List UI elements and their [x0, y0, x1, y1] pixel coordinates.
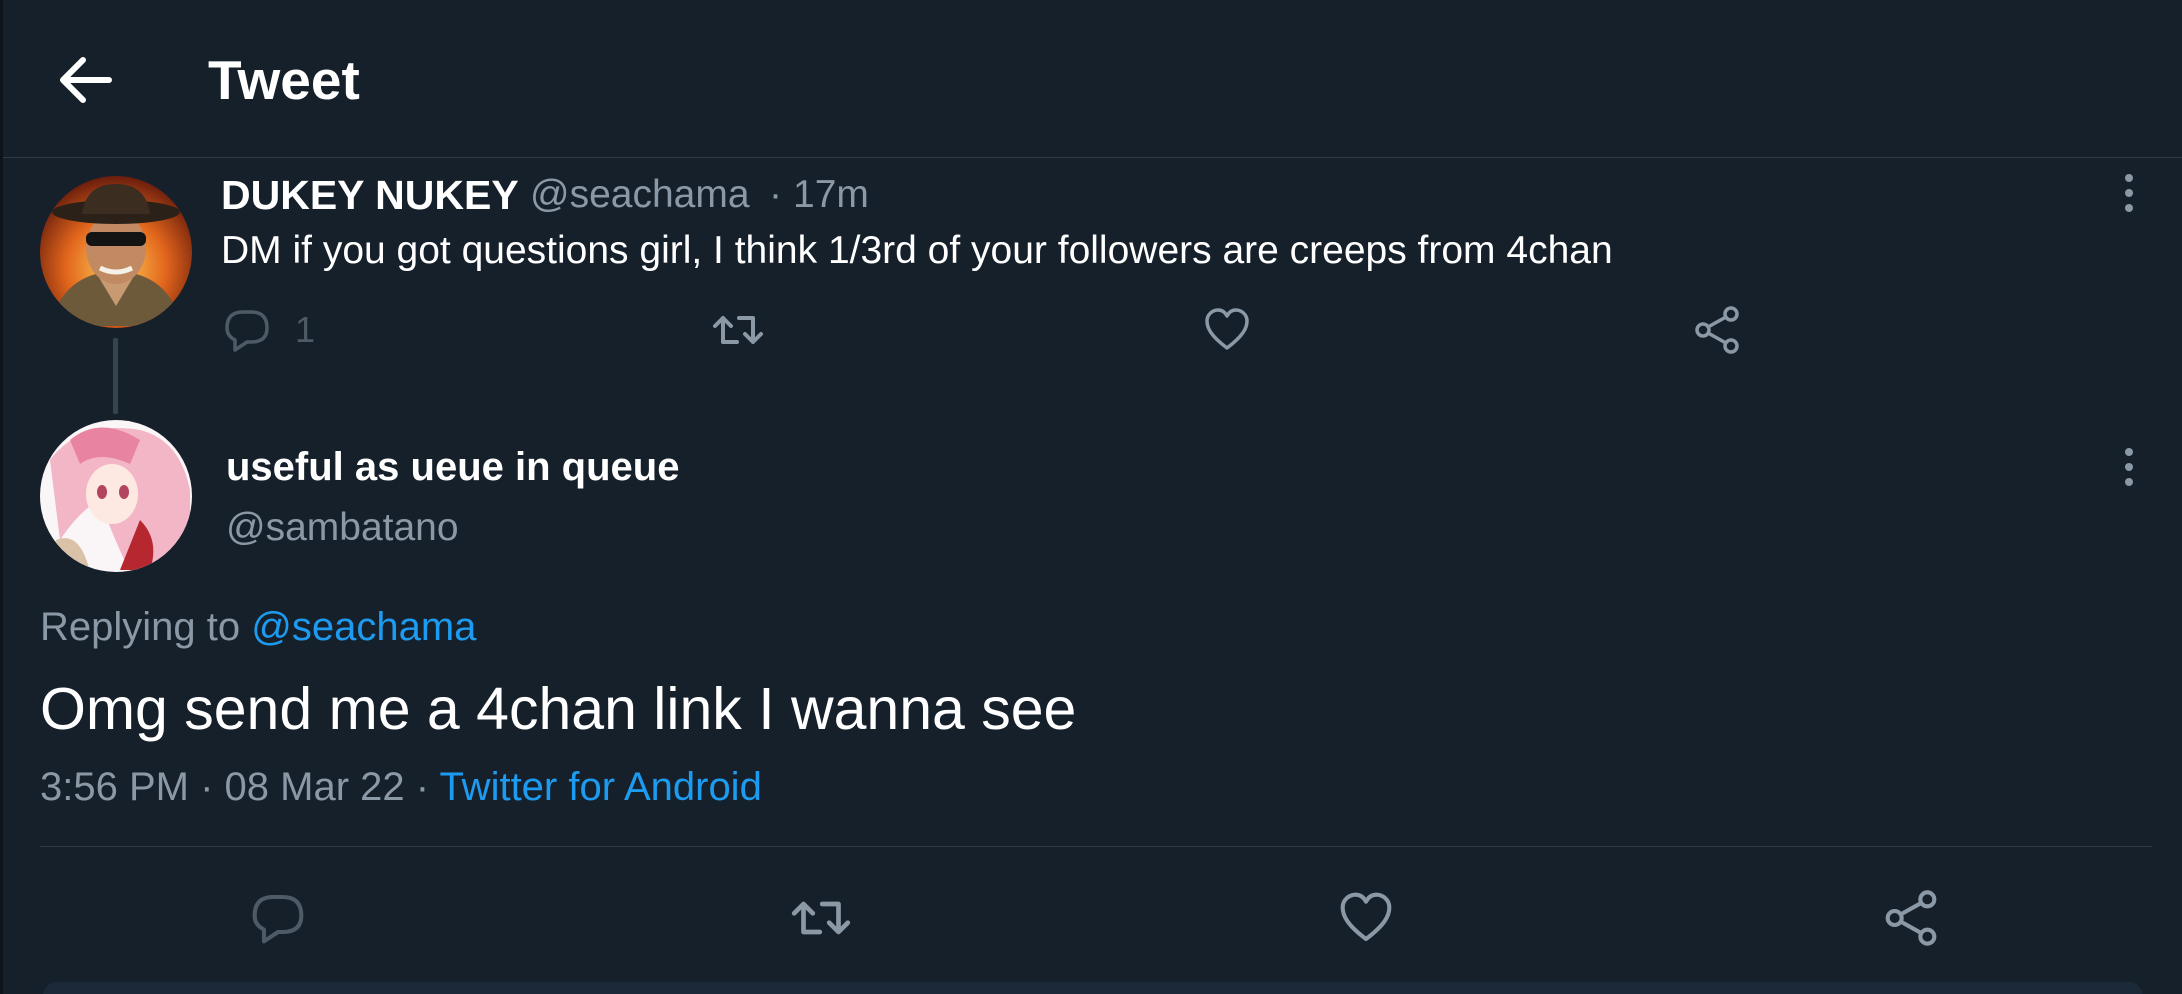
- more-vertical-icon: [2125, 448, 2133, 456]
- meta-separator: ·: [404, 765, 440, 809]
- parent-tweet-text: DM if you got questions girl, I think 1/…: [221, 229, 1613, 272]
- action-bar-divider: [40, 846, 2152, 847]
- tweet-source-link[interactable]: Twitter for Android: [439, 765, 761, 809]
- retweet-icon: [791, 901, 851, 935]
- top-bar: Tweet: [3, 0, 2182, 158]
- parent-tweet-share-button[interactable]: [1693, 306, 1741, 354]
- arrow-left-icon: [60, 57, 112, 103]
- parent-tweet-reply-count: 1: [295, 309, 316, 350]
- tweet-time[interactable]: 3:56 PM: [40, 765, 189, 809]
- tweet-text: Omg send me a 4chan link I wanna see: [40, 676, 1077, 742]
- parent-tweet-retweet-button[interactable]: [711, 306, 765, 354]
- tweet-retweet-button[interactable]: [789, 890, 853, 946]
- parent-tweet-more-button[interactable]: [2114, 174, 2144, 212]
- tweet-author-display-name[interactable]: useful as ueue in queue: [226, 442, 679, 492]
- parent-tweet-time[interactable]: 17m: [793, 170, 869, 220]
- tweet-metadata: 3:56 PM · 08 Mar 22 · Twitter for Androi…: [40, 762, 762, 812]
- retweet-icon: [713, 316, 763, 344]
- parent-tweet-reply-button[interactable]: 1: [223, 306, 315, 354]
- tweet-author-handle[interactable]: @sambatano: [226, 503, 459, 553]
- replying-to-label: Replying to: [40, 605, 252, 649]
- tweet-date[interactable]: 08 Mar 22: [225, 765, 405, 809]
- page-title: Tweet: [208, 49, 360, 111]
- avatar-useful-as-ueue[interactable]: [40, 420, 192, 572]
- parent-tweet-separator: ·: [769, 173, 782, 216]
- avatar-dukey-nukey[interactable]: [40, 176, 192, 328]
- tweet-share-button[interactable]: [1883, 890, 1939, 946]
- heart-icon: [1340, 892, 1392, 942]
- replying-to-line: Replying to @seachama: [40, 602, 476, 652]
- meta-separator: ·: [188, 765, 225, 809]
- tweet-reply-button[interactable]: [250, 890, 306, 946]
- thread-connector-line: [113, 338, 118, 414]
- parent-tweet-display-name[interactable]: DUKEY NUKEY: [221, 170, 519, 220]
- heart-icon: [1205, 308, 1249, 350]
- back-button[interactable]: [55, 52, 115, 108]
- share-icon: [1695, 306, 1739, 354]
- tweet-more-button[interactable]: [2114, 448, 2144, 486]
- reply-composer-edge: [43, 982, 2143, 994]
- tweet-screen: Tweet DUKEY NUKEY @seachama · 17m DM if …: [0, 0, 2182, 994]
- share-icon: [1885, 890, 1937, 946]
- parent-tweet-like-button[interactable]: [1203, 306, 1251, 354]
- reply-bubble-icon: [252, 894, 304, 944]
- reply-bubble-icon: [225, 310, 269, 352]
- replying-to-mention-link[interactable]: @seachama: [251, 605, 476, 649]
- tweet-like-button[interactable]: [1338, 890, 1394, 946]
- more-vertical-icon: [2125, 174, 2133, 182]
- parent-tweet-handle[interactable]: @seachama: [530, 170, 750, 220]
